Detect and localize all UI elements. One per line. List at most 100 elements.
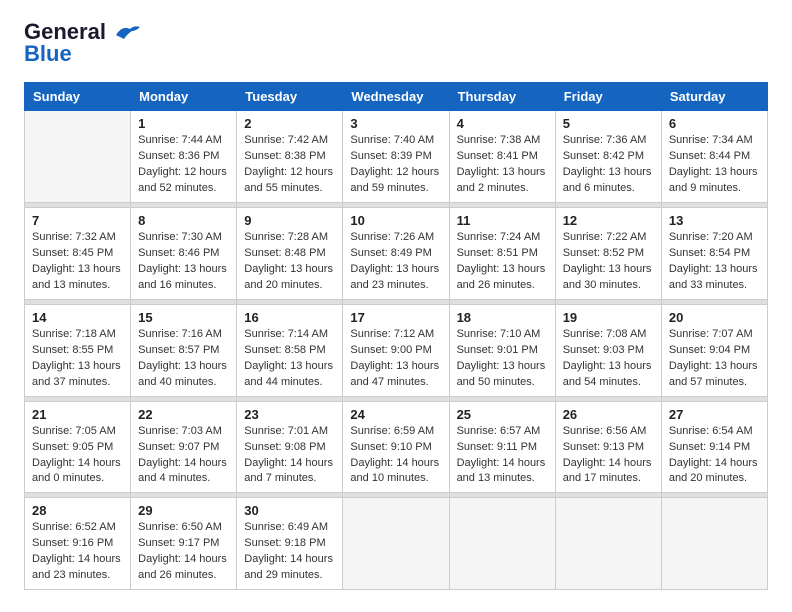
day-detail: Sunrise: 7:34 AMSunset: 8:44 PMDaylight:… — [669, 133, 760, 197]
calendar-week-row: 21 Sunrise: 7:05 AMSunset: 9:05 PMDayligh… — [25, 401, 768, 493]
calendar-cell: 21 Sunrise: 7:05 AMSunset: 9:05 PMDayligh… — [25, 401, 131, 493]
day-number: 7 — [32, 213, 123, 228]
day-detail: Sunrise: 7:05 AMSunset: 9:05 PMDaylight:… — [32, 424, 123, 488]
day-detail: Sunrise: 7:24 AMSunset: 8:51 PMDaylight:… — [457, 230, 548, 294]
day-detail: Sunrise: 7:40 AMSunset: 8:39 PMDaylight:… — [350, 133, 441, 197]
calendar-cell: 13Sunrise: 7:20 AMSunset: 8:54 PMDayligh… — [661, 208, 767, 300]
day-detail: Sunrise: 7:42 AMSunset: 8:38 PMDaylight:… — [244, 133, 335, 197]
calendar-cell: 26Sunrise: 6:56 AMSunset: 9:13 PMDayligh… — [555, 401, 661, 493]
weekday-header: Sunday — [25, 83, 131, 111]
calendar-cell: 8 Sunrise: 7:30 AMSunset: 8:46 PMDaylight… — [131, 208, 237, 300]
day-number: 11 — [457, 213, 548, 228]
calendar-week-row: 7Sunrise: 7:32 AMSunset: 8:45 PMDaylight… — [25, 208, 768, 300]
day-number: 3 — [350, 116, 441, 131]
day-detail: Sunrise: 7:07 AMSunset: 9:04 PMDaylight:… — [669, 327, 760, 391]
day-number: 12 — [563, 213, 654, 228]
day-number: 19 — [563, 310, 654, 325]
calendar-cell: 24 Sunrise: 6:59 AMSunset: 9:10 PMDayligh… — [343, 401, 449, 493]
calendar-cell: 25 Sunrise: 6:57 AMSunset: 9:11 PMDayligh… — [449, 401, 555, 493]
calendar-cell: 27 Sunrise: 6:54 AMSunset: 9:14 PMDayligh… — [661, 401, 767, 493]
calendar-cell — [449, 498, 555, 590]
calendar-cell: 30 Sunrise: 6:49 AMSunset: 9:18 PMDayligh… — [237, 498, 343, 590]
day-detail: Sunrise: 7:20 AMSunset: 8:54 PMDaylight:… — [669, 230, 760, 294]
day-detail: Sunrise: 6:50 AMSunset: 9:17 PMDaylight:… — [138, 520, 229, 584]
day-detail: Sunrise: 7:14 AMSunset: 8:58 PMDaylight:… — [244, 327, 335, 391]
day-number: 18 — [457, 310, 548, 325]
calendar-cell: 5 Sunrise: 7:36 AMSunset: 8:42 PMDaylight… — [555, 111, 661, 203]
logo-blue: Blue — [24, 42, 72, 66]
day-detail: Sunrise: 6:56 AMSunset: 9:13 PMDaylight:… — [563, 424, 654, 488]
day-number: 16 — [244, 310, 335, 325]
calendar-cell: 2 Sunrise: 7:42 AMSunset: 8:38 PMDaylight… — [237, 111, 343, 203]
calendar-cell: 17Sunrise: 7:12 AMSunset: 9:00 PMDayligh… — [343, 304, 449, 396]
day-number: 4 — [457, 116, 548, 131]
weekday-header: Saturday — [661, 83, 767, 111]
weekday-header: Tuesday — [237, 83, 343, 111]
day-number: 10 — [350, 213, 441, 228]
day-number: 2 — [244, 116, 335, 131]
calendar-cell: 10 Sunrise: 7:26 AMSunset: 8:49 PMDayligh… — [343, 208, 449, 300]
day-number: 27 — [669, 407, 760, 422]
day-detail: Sunrise: 7:08 AMSunset: 9:03 PMDaylight:… — [563, 327, 654, 391]
day-detail: Sunrise: 7:22 AMSunset: 8:52 PMDaylight:… — [563, 230, 654, 294]
calendar-body: 1Sunrise: 7:44 AMSunset: 8:36 PMDaylight… — [25, 111, 768, 590]
calendar-week-row: 14 Sunrise: 7:18 AMSunset: 8:55 PMDayligh… — [25, 304, 768, 396]
day-detail: Sunrise: 6:59 AMSunset: 9:10 PMDaylight:… — [350, 424, 441, 488]
day-detail: Sunrise: 6:57 AMSunset: 9:11 PMDaylight:… — [457, 424, 548, 488]
day-number: 8 — [138, 213, 229, 228]
calendar-cell: 29 Sunrise: 6:50 AMSunset: 9:17 PMDayligh… — [131, 498, 237, 590]
calendar-cell — [343, 498, 449, 590]
day-detail: Sunrise: 7:38 AMSunset: 8:41 PMDaylight:… — [457, 133, 548, 197]
calendar-cell: 11 Sunrise: 7:24 AMSunset: 8:51 PMDayligh… — [449, 208, 555, 300]
calendar-cell: 15 Sunrise: 7:16 AMSunset: 8:57 PMDayligh… — [131, 304, 237, 396]
weekday-header: Friday — [555, 83, 661, 111]
day-number: 30 — [244, 503, 335, 518]
calendar-cell: 6 Sunrise: 7:34 AMSunset: 8:44 PMDaylight… — [661, 111, 767, 203]
day-number: 21 — [32, 407, 123, 422]
calendar-cell: 22 Sunrise: 7:03 AMSunset: 9:07 PMDayligh… — [131, 401, 237, 493]
day-number: 6 — [669, 116, 760, 131]
day-number: 22 — [138, 407, 229, 422]
day-number: 25 — [457, 407, 548, 422]
calendar-cell: 18 Sunrise: 7:10 AMSunset: 9:01 PMDayligh… — [449, 304, 555, 396]
day-detail: Sunrise: 7:18 AMSunset: 8:55 PMDaylight:… — [32, 327, 123, 391]
calendar-cell: 28 Sunrise: 6:52 AMSunset: 9:16 PMDayligh… — [25, 498, 131, 590]
day-detail: Sunrise: 7:44 AMSunset: 8:36 PMDaylight:… — [138, 133, 229, 197]
day-detail: Sunrise: 7:28 AMSunset: 8:48 PMDaylight:… — [244, 230, 335, 294]
calendar-cell: 16 Sunrise: 7:14 AMSunset: 8:58 PMDayligh… — [237, 304, 343, 396]
day-detail: Sunrise: 6:52 AMSunset: 9:16 PMDaylight:… — [32, 520, 123, 584]
day-number: 9 — [244, 213, 335, 228]
day-detail: Sunrise: 7:16 AMSunset: 8:57 PMDaylight:… — [138, 327, 229, 391]
calendar-cell — [25, 111, 131, 203]
calendar-cell: 1Sunrise: 7:44 AMSunset: 8:36 PMDaylight… — [131, 111, 237, 203]
calendar-cell: 12 Sunrise: 7:22 AMSunset: 8:52 PMDayligh… — [555, 208, 661, 300]
day-number: 28 — [32, 503, 123, 518]
day-detail: Sunrise: 7:01 AMSunset: 9:08 PMDaylight:… — [244, 424, 335, 488]
day-detail: Sunrise: 6:49 AMSunset: 9:18 PMDaylight:… — [244, 520, 335, 584]
day-detail: Sunrise: 7:03 AMSunset: 9:07 PMDaylight:… — [138, 424, 229, 488]
calendar-header-row: SundayMondayTuesdayWednesdayThursdayFrid… — [25, 83, 768, 111]
day-detail: Sunrise: 7:12 AMSunset: 9:00 PMDaylight:… — [350, 327, 441, 391]
header: General Blue — [24, 20, 768, 66]
day-detail: Sunrise: 6:54 AMSunset: 9:14 PMDaylight:… — [669, 424, 760, 488]
day-number: 5 — [563, 116, 654, 131]
day-detail: Sunrise: 7:30 AMSunset: 8:46 PMDaylight:… — [138, 230, 229, 294]
calendar-cell: 7Sunrise: 7:32 AMSunset: 8:45 PMDaylight… — [25, 208, 131, 300]
calendar-cell: 19 Sunrise: 7:08 AMSunset: 9:03 PMDayligh… — [555, 304, 661, 396]
calendar-cell — [661, 498, 767, 590]
day-detail: Sunrise: 7:36 AMSunset: 8:42 PMDaylight:… — [563, 133, 654, 197]
day-number: 15 — [138, 310, 229, 325]
day-detail: Sunrise: 7:26 AMSunset: 8:49 PMDaylight:… — [350, 230, 441, 294]
page: General Blue SundayMondayTuesdayWednesda… — [0, 0, 792, 610]
calendar-week-row: 1Sunrise: 7:44 AMSunset: 8:36 PMDaylight… — [25, 111, 768, 203]
day-number: 14 — [32, 310, 123, 325]
calendar-cell: 4 Sunrise: 7:38 AMSunset: 8:41 PMDaylight… — [449, 111, 555, 203]
bird-icon — [114, 23, 142, 43]
calendar-cell: 9 Sunrise: 7:28 AMSunset: 8:48 PMDaylight… — [237, 208, 343, 300]
day-number: 24 — [350, 407, 441, 422]
day-number: 29 — [138, 503, 229, 518]
day-number: 23 — [244, 407, 335, 422]
calendar: SundayMondayTuesdayWednesdayThursdayFrid… — [24, 82, 768, 590]
day-detail: Sunrise: 7:10 AMSunset: 9:01 PMDaylight:… — [457, 327, 548, 391]
calendar-cell: 23 Sunrise: 7:01 AMSunset: 9:08 PMDayligh… — [237, 401, 343, 493]
